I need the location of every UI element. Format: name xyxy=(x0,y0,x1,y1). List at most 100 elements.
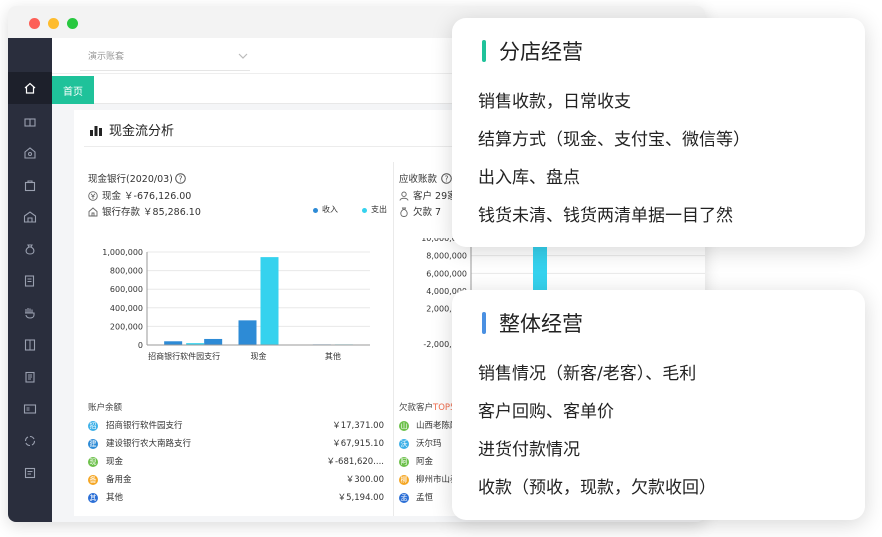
x-tick-label: 现金 xyxy=(251,351,267,361)
maximize-window-button[interactable] xyxy=(67,18,78,29)
account-value: ￥-681,620.... xyxy=(326,457,384,467)
customer-name: 孟恒 xyxy=(416,493,434,503)
account-name: 其他 xyxy=(106,493,124,503)
legend-expense-label: 支出 xyxy=(371,205,387,214)
account-name: 备用金 xyxy=(106,475,132,485)
account-row[interactable]: 建建设银行农大南路支行 ￥67,915.10 xyxy=(88,439,384,451)
card-line: 客户回购、客单价 xyxy=(478,402,614,422)
sidebar-item-clipboard[interactable] xyxy=(19,366,41,388)
top5-title: 欠款客户TOP5 xyxy=(399,404,455,413)
card-line: 销售收款，日常收支 xyxy=(478,92,631,112)
account-row[interactable]: 招招商银行软件园支行 ￥17,371.00 xyxy=(88,421,384,433)
y-tick-label: 600,000 xyxy=(110,285,143,294)
account-value: ￥300.00 xyxy=(345,475,384,485)
y-tick-label: 6,000,000 xyxy=(426,269,467,278)
y-tick-label: 8,000,000 xyxy=(426,252,467,261)
customer-icon xyxy=(399,191,409,201)
clipboard-icon xyxy=(25,371,35,383)
cash-bar-chart: 1,000,000 800,000 600,000 400,000 200,000 0 招商… xyxy=(102,248,370,361)
card-accent-bar xyxy=(482,312,486,334)
receivable-title: 应收账款 xyxy=(399,174,438,185)
shop-icon xyxy=(24,147,36,159)
cash-bank-title: 现金银行(2020/03) xyxy=(88,174,173,185)
svg-text:?: ? xyxy=(179,174,183,183)
document-icon xyxy=(24,467,36,479)
panel-title: 现金流分析 xyxy=(109,124,175,139)
account-bank-icon: 建 xyxy=(88,439,98,449)
bar-extra xyxy=(204,338,223,345)
card-line: 收款（预收，现款，欠款收回） xyxy=(478,478,716,498)
sidebar-item-home[interactable] xyxy=(8,72,52,104)
top5-title-main: 欠款客户 xyxy=(399,403,434,413)
bank-deposit-amount: 银行存款 ￥85,286.10 xyxy=(102,207,201,218)
account-row[interactable]: 其其他 ￥5,194.00 xyxy=(88,493,384,505)
tab-home[interactable]: 首页 xyxy=(52,76,94,104)
yen-icon xyxy=(88,191,98,201)
card-line: 销售情况（新客/老客）、毛利 xyxy=(478,364,697,384)
account-bank-icon: 备 xyxy=(88,475,98,485)
feature-card-overall: 整体经营 销售情况（新客/老客）、毛利 客户回购、客单价 进货付款情况 收款（预… xyxy=(452,290,865,520)
sidebar xyxy=(8,38,52,522)
account-name: 建设银行农大南路支行 xyxy=(106,439,192,449)
warehouse-icon xyxy=(23,211,37,223)
legend-expense-swatch xyxy=(362,208,367,213)
sidebar-item-warehouse[interactable] xyxy=(19,206,41,228)
gift-icon xyxy=(24,118,36,127)
feature-card-branch: 分店经营 销售收款，日常收支 结算方式（现金、支付宝、微信等） 出入库、盘点 钱… xyxy=(452,18,865,247)
home-icon xyxy=(24,82,36,94)
sidebar-item-hand[interactable] xyxy=(19,302,41,324)
customer-avatar-icon: 阿 xyxy=(399,457,409,467)
card-title: 整体经营 xyxy=(499,312,583,336)
account-balance-title: 账户余额 xyxy=(88,403,123,413)
y-tick-label: 200,000 xyxy=(110,322,143,331)
card-accent-bar xyxy=(482,40,486,62)
svg-text:?: ? xyxy=(445,174,449,183)
customer-name: 沃尔玛 xyxy=(416,439,442,449)
hand-icon xyxy=(25,308,35,319)
sidebar-item-gift[interactable] xyxy=(19,110,41,132)
money-bag-icon xyxy=(400,207,408,217)
card-line: 结算方式（现金、支付宝、微信等） xyxy=(478,130,750,150)
account-selector-underline xyxy=(80,70,250,71)
customer-avatar-icon: 山 xyxy=(399,421,409,431)
sidebar-item-bag[interactable] xyxy=(19,174,41,196)
sidebar-item-doc[interactable] xyxy=(19,462,41,484)
card-line: 出入库、盘点 xyxy=(478,168,580,188)
help-icon[interactable]: ? xyxy=(175,173,186,184)
money-bag-icon xyxy=(25,244,35,255)
sidebar-item-shop[interactable] xyxy=(19,142,41,164)
y-tick-label: 1,000,000 xyxy=(102,248,143,257)
y-tick-label: 0 xyxy=(138,341,143,350)
sidebar-item-card[interactable] xyxy=(19,398,41,420)
close-window-button[interactable] xyxy=(29,18,40,29)
cash-amount: 现金 ￥-676,126.00 xyxy=(102,191,192,202)
y-tick-label: 400,000 xyxy=(110,304,143,313)
account-selector-label[interactable]: 演示账套 xyxy=(88,53,124,62)
account-row[interactable]: 现现金 ￥-681,620.... xyxy=(88,457,384,469)
bar-支出-1 xyxy=(260,257,279,345)
account-value: ￥17,371.00 xyxy=(332,421,384,431)
minimize-window-button[interactable] xyxy=(48,18,59,29)
customer-avatar-icon: 沃 xyxy=(399,439,409,449)
cycle-icon xyxy=(24,435,36,447)
account-row[interactable]: 备备用金 ￥300.00 xyxy=(88,475,384,487)
account-value: ￥5,194.00 xyxy=(337,493,384,503)
x-tick-label: 其他 xyxy=(325,351,341,361)
bar-收入-1 xyxy=(238,320,257,345)
account-bank-icon: 其 xyxy=(88,493,98,503)
y-tick-label: 800,000 xyxy=(110,267,143,276)
sidebar-item-book[interactable] xyxy=(19,334,41,356)
account-name: 现金 xyxy=(106,457,124,467)
customer-name: 阿金 xyxy=(416,457,434,467)
report-icon xyxy=(24,275,35,287)
account-bank-icon: 招 xyxy=(88,421,98,431)
sidebar-item-money[interactable] xyxy=(19,238,41,260)
chevron-down-icon[interactable] xyxy=(238,52,248,60)
legend-income-swatch xyxy=(313,208,318,213)
sidebar-item-cycle[interactable] xyxy=(19,430,41,452)
book-icon xyxy=(24,339,36,351)
bar-chart-icon xyxy=(90,126,102,136)
help-icon[interactable]: ? xyxy=(441,173,452,184)
bar-收入-0 xyxy=(164,341,183,345)
sidebar-item-report[interactable] xyxy=(19,270,41,292)
